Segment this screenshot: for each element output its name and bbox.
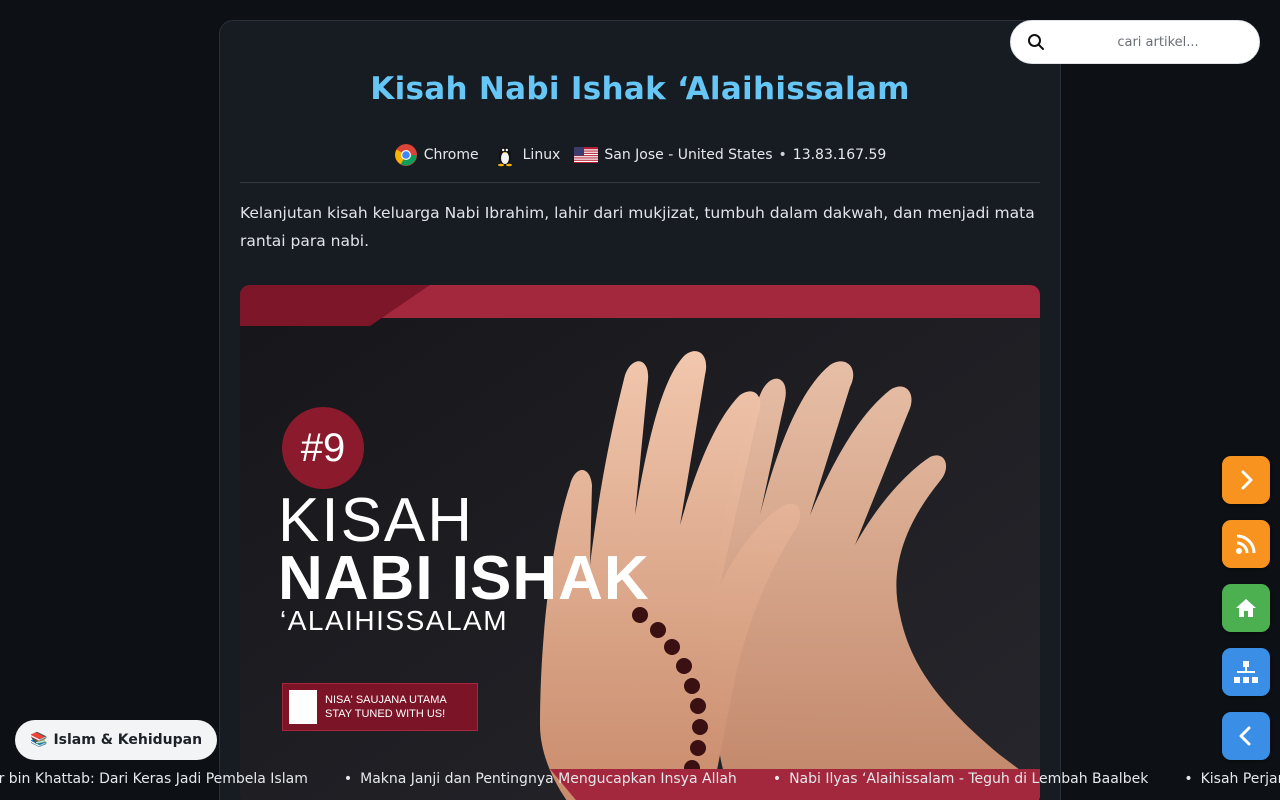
brand-banner: NISA' SAUJANA UTAMA STAY TUNED WITH US! — [282, 683, 478, 731]
ticker-item-text: Nabi Ilyas ‘Alaihissalam - Teguh di Lemb… — [789, 771, 1149, 787]
sitemap-icon — [1234, 661, 1258, 683]
search-box[interactable] — [1010, 20, 1260, 64]
back-button[interactable] — [1222, 712, 1270, 760]
ticker-item-text: Kisah Perjanjian — [1200, 771, 1280, 787]
ticker-item-text: Makna Janji dan Pentingnya Mengucapkan I… — [360, 771, 737, 787]
books-icon: 📚 — [30, 732, 48, 748]
home-icon — [1236, 599, 1256, 617]
title-divider — [240, 182, 1040, 183]
sitemap-button[interactable] — [1222, 648, 1270, 696]
ticker-bullet: • — [772, 771, 782, 787]
brand-text: NISA' SAUJANA UTAMA STAY TUNED WITH US! — [325, 693, 447, 721]
back-icon — [1239, 726, 1251, 746]
article-title: Kisah Nabi Ishak ‘Alaihissalam — [370, 71, 910, 107]
ticker-item-text: ar bin Khattab: Dari Keras Jadi Pembela … — [0, 771, 308, 787]
meta-browser: Chrome — [394, 143, 479, 167]
episode-badge: #9 — [282, 407, 364, 489]
next-icon — [1241, 470, 1253, 490]
visitor-meta: Chrome Linux San Jose - United States • … — [220, 143, 1060, 167]
ticker-item[interactable]: • Nabi Ilyas ‘Alaihissalam - Teguh di Lem… — [773, 764, 1149, 794]
article-card: Kisah Nabi Ishak ‘Alaihissalam Chrome Li… — [219, 20, 1061, 800]
ticker-item[interactable]: • Kisah Perjanjian — [1184, 764, 1280, 794]
search-input[interactable] — [1057, 27, 1259, 57]
linux-tux-icon — [493, 143, 517, 167]
brand-line-1: NISA' SAUJANA UTAMA — [325, 694, 447, 706]
ticker-item[interactable]: • Makna Janji dan Pentingnya Mengucapkan … — [344, 764, 737, 794]
next-button[interactable] — [1222, 456, 1270, 504]
rss-icon — [1236, 534, 1256, 554]
meta-os: Linux — [493, 143, 561, 167]
meta-separator: • — [778, 147, 787, 163]
ticker-track: ar bin Khattab: Dari Keras Jadi Pembela … — [0, 764, 1280, 794]
meta-os-label: Linux — [522, 147, 561, 163]
hero-image: #9 KISAH NABI ISHAK ‘ALAIHISSALAM NISA' … — [240, 285, 1040, 800]
category-label: Islam & Kehidupan — [53, 732, 203, 748]
meta-ip: 13.83.167.59 — [792, 147, 887, 163]
home-button[interactable] — [1222, 584, 1270, 632]
ticker-bullet: • — [343, 771, 353, 787]
category-pill[interactable]: 📚 Islam & Kehidupan — [15, 720, 218, 760]
article-lead: Kelanjutan kisah keluarga Nabi Ibrahim, … — [240, 204, 1035, 250]
meta-location-label: San Jose - United States — [604, 147, 773, 163]
brand-line-2: STAY TUNED WITH US! — [325, 708, 446, 720]
rss-button[interactable] — [1222, 520, 1270, 568]
ticker-item[interactable]: ar bin Khattab: Dari Keras Jadi Pembela … — [0, 764, 308, 794]
hero-line-3: ‘ALAIHISSALAM — [280, 605, 509, 636]
meta-location: San Jose - United States • 13.83.167.59 — [574, 147, 886, 163]
chrome-icon — [394, 143, 418, 167]
meta-browser-label: Chrome — [423, 147, 479, 163]
hero-line-2: NABI ISHAK — [278, 544, 650, 613]
hero-line-1: KISAH — [278, 486, 475, 555]
search-icon[interactable] — [1027, 33, 1045, 51]
us-flag-icon — [574, 147, 599, 163]
nisa-logo — [289, 690, 317, 724]
ticker-bullet: • — [1184, 771, 1193, 787]
news-ticker: ar bin Khattab: Dari Keras Jadi Pembela … — [0, 764, 1280, 794]
